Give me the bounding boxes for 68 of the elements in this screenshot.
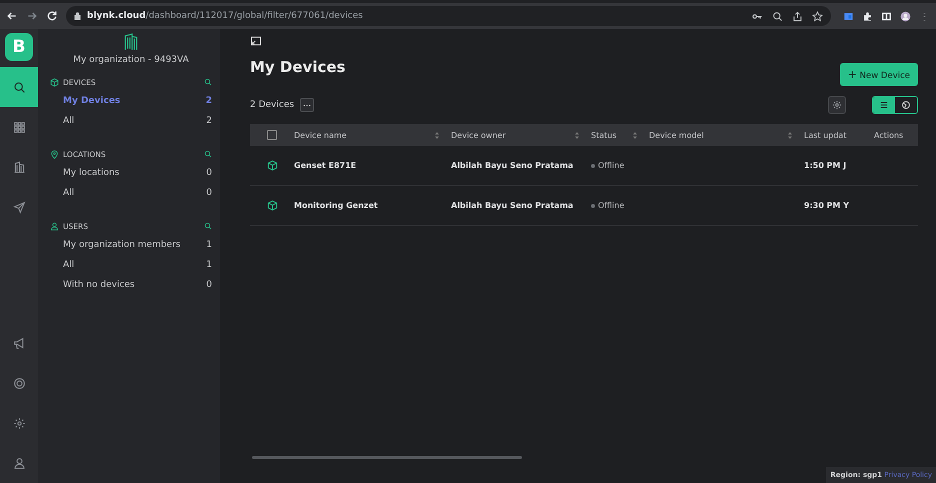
page-title: My Devices xyxy=(250,58,346,76)
lock-icon xyxy=(74,12,81,20)
expand-icon[interactable] xyxy=(250,35,262,47)
last-updated: 9:30 PM Y xyxy=(804,201,850,210)
list-view-button[interactable] xyxy=(873,97,895,113)
url-text: blynk.cloud/dashboard/112017/global/filter/677061/devices xyxy=(87,11,363,21)
device-owner: Albilah Bayu Seno Pratama xyxy=(451,201,574,210)
grid-icon xyxy=(12,120,26,134)
sort-icon[interactable] xyxy=(788,132,792,138)
device-count: 2 Devices xyxy=(250,100,294,110)
building-icon xyxy=(12,160,26,174)
lifebuoy-icon xyxy=(12,376,26,390)
cube-icon xyxy=(266,200,278,211)
column-header[interactable]: Device model xyxy=(649,130,704,140)
search-icon xyxy=(12,80,26,94)
device-owner: Albilah Bayu Seno Pratama xyxy=(451,161,574,170)
sort-icon[interactable] xyxy=(633,132,637,138)
column-header[interactable]: Actions xyxy=(874,130,904,140)
list-icon xyxy=(879,100,889,110)
cube-icon xyxy=(50,78,59,86)
pin-icon xyxy=(50,150,59,158)
user-icon xyxy=(12,456,26,470)
last-updated: 1:50 PM J xyxy=(804,161,846,170)
column-header[interactable]: Last updat xyxy=(804,130,846,140)
cube-icon xyxy=(266,160,278,171)
user-icon xyxy=(50,222,59,230)
device-name[interactable]: Genset E871E xyxy=(294,161,356,170)
column-header[interactable]: Device name xyxy=(294,130,347,140)
column-header[interactable]: Device owner xyxy=(451,130,506,140)
sidebar-item[interactable]: All 0 xyxy=(50,183,212,203)
gear-icon xyxy=(12,416,26,430)
dots-icon xyxy=(303,104,312,106)
sidebar-item[interactable]: All 2 xyxy=(50,111,212,131)
scrollbar[interactable] xyxy=(252,456,522,459)
sidebar-item[interactable]: All 1 xyxy=(50,255,212,275)
sidebar-item[interactable]: With no devices 0 xyxy=(50,275,212,295)
puzzle-icon[interactable] xyxy=(862,10,873,22)
megaphone-icon xyxy=(12,336,26,350)
sidebar-item[interactable]: My Devices 2 xyxy=(50,91,212,111)
gear-icon xyxy=(832,100,842,110)
sort-icon[interactable] xyxy=(435,132,439,138)
search-icon[interactable] xyxy=(204,78,212,86)
device-status: Offline xyxy=(598,161,624,170)
settings-button[interactable] xyxy=(828,96,846,114)
organization-name: My organization - 9493VA xyxy=(72,55,190,65)
search-icon[interactable] xyxy=(204,222,212,230)
star-icon[interactable] xyxy=(812,10,823,22)
share-icon[interactable] xyxy=(792,10,803,22)
select-all-checkbox[interactable] xyxy=(267,130,277,140)
device-name[interactable]: Monitoring Genzet xyxy=(294,201,378,210)
sidepanel-icon[interactable] xyxy=(881,10,892,22)
forward-icon[interactable] xyxy=(26,10,38,22)
sidebar-item[interactable]: My organization members 1 xyxy=(50,235,212,255)
search-icon[interactable] xyxy=(204,150,212,158)
device-status: Offline xyxy=(598,201,624,210)
extension-icon[interactable] xyxy=(843,10,854,22)
compass-icon xyxy=(901,100,911,110)
column-header[interactable]: Status xyxy=(591,130,616,140)
reload-icon[interactable] xyxy=(46,10,58,22)
avatar-icon[interactable] xyxy=(900,10,911,22)
sort-icon[interactable] xyxy=(575,132,579,138)
new-device-button[interactable]: + New Device xyxy=(840,63,918,86)
zoom-icon[interactable] xyxy=(772,10,783,22)
address-bar[interactable]: blynk.cloud/dashboard/112017/global/filter/677061/devices xyxy=(66,6,831,26)
send-icon xyxy=(12,200,26,214)
back-icon[interactable] xyxy=(6,10,18,22)
building-icon xyxy=(122,33,140,51)
sidebar-item[interactable]: My locations 0 xyxy=(50,163,212,183)
